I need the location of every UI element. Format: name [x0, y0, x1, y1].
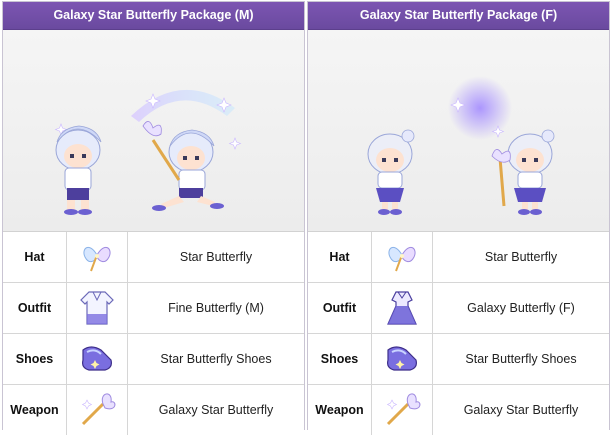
male-character-pose [142, 121, 224, 211]
row-label: Weapon [3, 385, 67, 435]
row-label: Weapon [308, 385, 372, 435]
male-character-standing [55, 125, 102, 215]
package-title: Galaxy Star Butterfly Package (M) [3, 2, 304, 30]
row-label: Hat [308, 232, 372, 282]
package-row-hat: Hat Star Butterfly [308, 232, 609, 283]
butterfly-hat-icon [67, 232, 128, 282]
item-name: Galaxy Butterfly (F) [467, 301, 575, 315]
package-row-shoes: Shoes Star Butterfly Shoes [3, 334, 304, 385]
row-label: Outfit [3, 283, 67, 333]
row-label: Hat [3, 232, 67, 282]
shoes-icon [67, 334, 128, 384]
package-row-shoes: Shoes Star Butterfly Shoes [308, 334, 609, 385]
package-panel-female: Galaxy Star Butterfly Package (F) Hat St… [307, 1, 610, 435]
female-character-pose [491, 129, 555, 215]
package-comparison: Galaxy Star Butterfly Package (M) Hat St… [0, 0, 613, 435]
package-row-outfit: Outfit Fine Butterfly (M) [3, 283, 304, 334]
item-name: Star Butterfly [179, 250, 253, 264]
item-name: Galaxy Star Butterfly [158, 403, 274, 417]
package-row-weapon: Weapon Galaxy Star Butterfly [3, 385, 304, 435]
shirt-outfit-icon [67, 283, 128, 333]
star-wand-icon [67, 385, 128, 435]
package-row-hat: Hat Star Butterfly [3, 232, 304, 283]
item-name: Galaxy Star Butterfly [463, 403, 579, 417]
shoes-icon [372, 334, 433, 384]
package-row-weapon: Weapon Galaxy Star Butterfly [308, 385, 609, 435]
item-name: Star Butterfly Shoes [160, 352, 272, 366]
star-wand-icon [372, 385, 433, 435]
character-preview-male [3, 30, 304, 232]
character-preview-art [367, 76, 555, 215]
butterfly-hat-icon [372, 232, 433, 282]
character-preview-female [308, 30, 609, 232]
row-label: Shoes [308, 334, 372, 384]
item-name: Star Butterfly Shoes [465, 352, 577, 366]
package-row-outfit: Outfit Galaxy Butterfly (F) [308, 283, 609, 334]
row-label: Outfit [308, 283, 372, 333]
dress-outfit-icon [372, 283, 433, 333]
female-character-standing [367, 129, 415, 215]
row-label: Shoes [3, 334, 67, 384]
package-title: Galaxy Star Butterfly Package (F) [308, 2, 609, 30]
item-name: Fine Butterfly (M) [168, 301, 264, 315]
character-preview-art [54, 89, 242, 215]
package-panel-male: Galaxy Star Butterfly Package (M) Hat St… [2, 1, 305, 435]
item-name: Star Butterfly [484, 250, 558, 264]
